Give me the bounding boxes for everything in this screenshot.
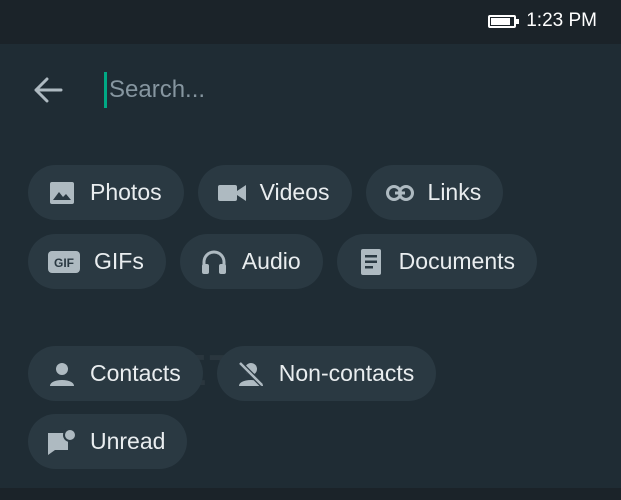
link-icon bbox=[385, 179, 414, 207]
person-off-icon bbox=[237, 360, 265, 388]
filter-chip-links[interactable]: Links bbox=[365, 165, 504, 220]
search-input[interactable] bbox=[104, 72, 589, 108]
filter-chip-label: Audio bbox=[241, 248, 301, 274]
image-icon bbox=[48, 179, 76, 207]
svg-text:GIF: GIF bbox=[54, 256, 74, 270]
filter-chip-label: Unread bbox=[90, 428, 166, 454]
person-icon bbox=[48, 360, 76, 388]
filter-row-2: GIF GIFs Audio Documents bbox=[28, 234, 537, 289]
videocam-icon bbox=[217, 179, 246, 207]
filter-chip-label: Photos bbox=[90, 179, 162, 205]
filter-row-4: Unread bbox=[28, 414, 188, 469]
status-right: 1:23 PM bbox=[488, 10, 597, 32]
back-button[interactable] bbox=[30, 74, 66, 106]
battery-icon bbox=[488, 14, 520, 28]
filter-chip-label: Contacts bbox=[90, 360, 181, 386]
filter-chip-videos[interactable]: Videos bbox=[197, 165, 352, 220]
filter-chip-gifs[interactable]: GIF GIFs bbox=[28, 234, 166, 289]
document-icon bbox=[357, 248, 385, 276]
unread-chat-icon bbox=[48, 428, 76, 456]
filter-chip-label: Videos bbox=[259, 179, 330, 205]
filter-chip-contacts[interactable]: Contacts bbox=[28, 346, 203, 401]
filter-chip-label: Non-contacts bbox=[278, 360, 415, 386]
bottom-edge bbox=[0, 488, 621, 500]
filter-chip-label: Documents bbox=[398, 248, 515, 274]
filter-chip-unread[interactable]: Unread bbox=[28, 414, 188, 469]
filter-chip-label: Links bbox=[427, 179, 482, 205]
filter-row-3: Contacts Non-contacts bbox=[28, 346, 437, 401]
filter-chip-audio[interactable]: Audio bbox=[179, 234, 323, 289]
headphones-icon bbox=[200, 248, 228, 276]
status-time: 1:23 PM bbox=[526, 10, 597, 31]
status-bar: 1:23 PM bbox=[0, 0, 621, 44]
filter-chip-documents[interactable]: Documents bbox=[336, 234, 537, 289]
filter-row-1: Photos Videos Links bbox=[28, 165, 504, 220]
filter-chip-label: GIFs bbox=[94, 248, 144, 274]
arrow-back-icon bbox=[34, 77, 63, 103]
gif-icon: GIF bbox=[48, 248, 80, 276]
filter-chip-non-contacts[interactable]: Non-contacts bbox=[216, 346, 437, 401]
filter-chip-photos[interactable]: Photos bbox=[28, 165, 184, 220]
search-bar bbox=[0, 60, 621, 120]
